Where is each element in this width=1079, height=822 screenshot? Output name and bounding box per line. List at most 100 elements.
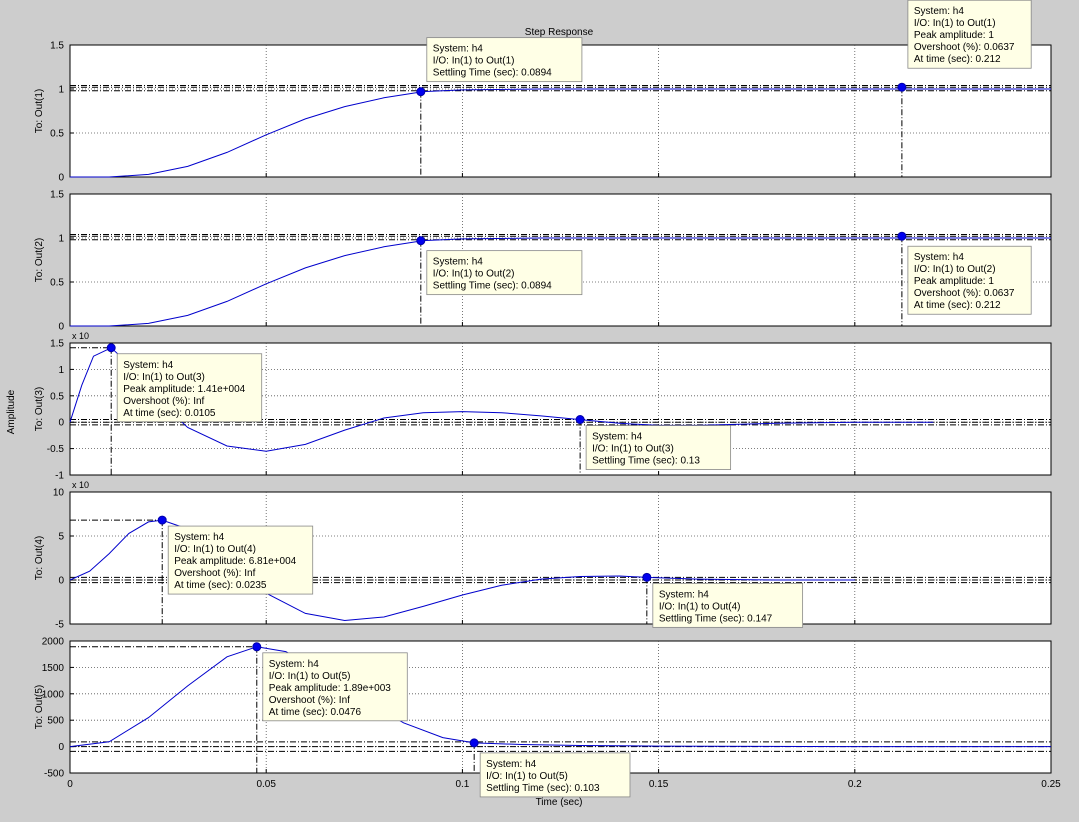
data-tip-text: Settling Time (sec): 0.0894 <box>433 281 552 292</box>
data-tip-text: I/O: In(1) to Out(1) <box>914 18 996 29</box>
data-tip-marker[interactable] <box>252 642 262 652</box>
data-tip-text: System: h4 <box>269 659 319 670</box>
data-tip-text: System: h4 <box>123 360 173 371</box>
data-tip-text: System: h4 <box>174 532 224 543</box>
data-tip-marker[interactable] <box>416 87 426 97</box>
data-tip[interactable]: System: h4I/O: In(1) to Out(2)Peak ampli… <box>907 245 1032 315</box>
data-tip[interactable]: System: h4I/O: In(1) to Out(1)Settling T… <box>426 37 583 83</box>
y-tick-label: 0.5 <box>50 278 64 289</box>
y-tick-label: 0.5 <box>50 129 64 140</box>
x-tick-label: 0.2 <box>848 779 862 790</box>
figure-title: Step Response <box>525 27 594 38</box>
data-tip-text: Peak amplitude: 1 <box>914 276 994 287</box>
data-tip-text: Settling Time (sec): 0.147 <box>659 613 773 624</box>
data-tip[interactable]: System: h4I/O: In(1) to Out(1)Peak ampli… <box>907 0 1032 69</box>
data-tip-text: System: h4 <box>914 252 964 263</box>
axes-panel-4: -50510To: Out(4)x 10System: h4I/O: In(1)… <box>34 480 1052 631</box>
data-tip-text: Settling Time (sec): 0.13 <box>592 456 700 467</box>
y-tick-label: 0.5 <box>50 391 64 402</box>
axes-panel-2: 00.511.5To: Out(2) System: h4I/O: In(1) t… <box>34 190 1052 333</box>
step-response-figure: Step Response Amplitude Time (sec) 0 0.5 1… <box>0 0 1079 817</box>
x-tick-label: 0.15 <box>649 779 669 790</box>
data-tip-text: System: h4 <box>659 589 709 600</box>
data-tip-marker[interactable] <box>157 515 167 525</box>
data-tip-text: At time (sec): 0.0235 <box>174 580 267 591</box>
y-tick-label: 1500 <box>42 663 65 674</box>
data-tip-text: Settling Time (sec): 0.103 <box>486 783 600 794</box>
data-tip[interactable]: System: h4I/O: In(1) to Out(4)Peak ampli… <box>167 525 314 595</box>
y-tick-label: 0 <box>58 322 64 333</box>
y-tick-label: 1 <box>58 365 64 376</box>
data-tip-text: At time (sec): 0.0476 <box>269 707 362 718</box>
y-tick-label: 0 <box>58 418 64 429</box>
data-tip-text: Peak amplitude: 1.89e+003 <box>269 683 391 694</box>
x-tick-label: 0.05 <box>256 779 276 790</box>
y-tick-label: 0 <box>58 742 64 753</box>
y-tick-label: -5 <box>55 620 64 631</box>
step-response-plot: Step Response Amplitude Time (sec) 0 0.5 1… <box>6 0 1061 808</box>
y-tick-label: 1.5 <box>50 190 64 201</box>
data-tip[interactable]: System: h4I/O: In(1) to Out(3)Peak ampli… <box>116 353 263 423</box>
y-tick-label: 5 <box>58 532 64 543</box>
data-tip-marker[interactable] <box>897 82 907 92</box>
data-tip-text: At time (sec): 0.0105 <box>123 408 216 419</box>
y-tick-label: 1000 <box>42 689 65 700</box>
y-tick-label: 1 <box>58 85 64 96</box>
data-tip-text: System: h4 <box>433 257 483 268</box>
axes-panel-3: -1-0.500.511.5To: Out(3)x 10System: h4I/… <box>34 331 1052 482</box>
panel-y-label: To: Out(2) <box>34 238 45 282</box>
data-tip[interactable]: System: h4I/O: In(1) to Out(5)Peak ampli… <box>262 652 408 722</box>
axis-exponent-label: x 10 <box>72 480 89 490</box>
y-tick-label: -1 <box>55 471 64 482</box>
y-tick-label: 1.5 <box>50 41 64 52</box>
data-tip-text: Peak amplitude: 6.81e+004 <box>174 556 296 567</box>
data-tip-marker[interactable] <box>642 572 652 582</box>
data-tip-marker[interactable] <box>897 231 907 241</box>
data-tip-text: Settling Time (sec): 0.0894 <box>433 68 552 79</box>
axis-exponent-label: x 10 <box>72 331 89 341</box>
data-tip-text: Overshoot (%): Inf <box>123 396 204 407</box>
data-tip-text: System: h4 <box>592 432 642 443</box>
y-tick-label: 1.5 <box>50 339 64 350</box>
x-tick-label: 0.1 <box>455 779 469 790</box>
data-tip-text: Overshoot (%): 0.0637 <box>914 42 1015 53</box>
data-tip-marker[interactable] <box>469 738 479 748</box>
y-tick-label: -500 <box>44 769 64 780</box>
panel-y-label: To: Out(1) <box>34 89 45 133</box>
x-axis-label: Time (sec) <box>536 797 583 808</box>
data-tip-marker[interactable] <box>575 415 585 425</box>
axes-panel-5: -5000500100015002000To: Out(5)System: h4… <box>34 637 1052 798</box>
y-tick-label: 1 <box>58 234 64 245</box>
data-tip-marker[interactable] <box>416 236 426 246</box>
data-tip-text: System: h4 <box>486 759 536 770</box>
data-tip[interactable]: System: h4I/O: In(1) to Out(5)Settling T… <box>479 752 631 798</box>
data-tip-text: Overshoot (%): 0.0637 <box>914 288 1015 299</box>
data-tip-marker[interactable] <box>106 343 116 353</box>
y-tick-label: 2000 <box>42 637 65 648</box>
y-tick-label: 500 <box>47 716 64 727</box>
data-tip-text: I/O: In(1) to Out(3) <box>592 444 674 455</box>
data-tip-text: Overshoot (%): Inf <box>174 568 255 579</box>
data-tip-text: I/O: In(1) to Out(2) <box>433 269 515 280</box>
x-tick-label: 0 <box>67 779 73 790</box>
y-tick-label: 0 <box>58 576 64 587</box>
data-tip-text: I/O: In(1) to Out(2) <box>914 264 996 275</box>
panel-y-label: To: Out(5) <box>34 685 45 729</box>
data-tip[interactable]: System: h4I/O: In(1) to Out(4)Settling T… <box>652 582 804 628</box>
panel-y-label: To: Out(3) <box>34 387 45 431</box>
y-tick-label: 0 <box>58 173 64 184</box>
data-tip-text: I/O: In(1) to Out(4) <box>174 544 256 555</box>
data-tip-text: System: h4 <box>914 6 964 17</box>
y-tick-label: 10 <box>53 488 65 499</box>
data-tip-text: At time (sec): 0.212 <box>914 300 1001 311</box>
panel-y-label: To: Out(4) <box>34 536 45 580</box>
data-tip-text: I/O: In(1) to Out(3) <box>123 372 205 383</box>
x-tick-label: 0.25 <box>1041 779 1061 790</box>
data-tip[interactable]: System: h4I/O: In(1) to Out(2)Settling T… <box>426 250 583 296</box>
data-tip-text: Peak amplitude: 1.41e+004 <box>123 384 245 395</box>
data-tip-text: I/O: In(1) to Out(5) <box>486 771 568 782</box>
y-axis-label: Amplitude <box>6 389 17 434</box>
data-tip[interactable]: System: h4I/O: In(1) to Out(3)Settling T… <box>585 425 732 470</box>
data-tip-text: I/O: In(1) to Out(5) <box>269 671 351 682</box>
data-tip-text: At time (sec): 0.212 <box>914 54 1001 65</box>
